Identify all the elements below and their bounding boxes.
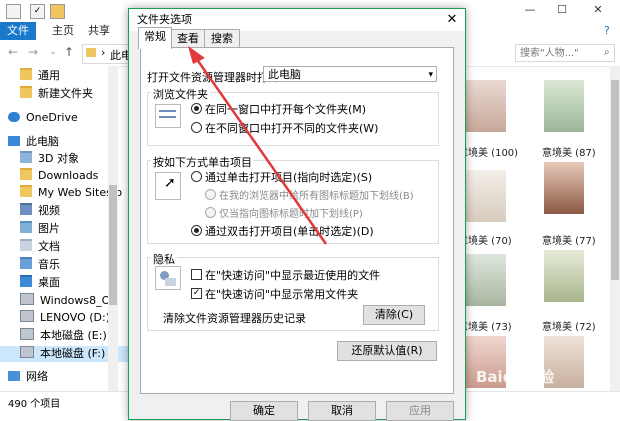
ribbon-tab-share[interactable]: 共享 [88, 22, 110, 40]
pc-icon [8, 136, 20, 146]
new-folder-icon[interactable] [50, 4, 65, 19]
recent-files-label: 在"快速访问"中显示最近使用的文件 [205, 269, 381, 282]
underline-point-label: 仅当指向图标标题时加下划线(P) [219, 209, 363, 220]
radio-underline-all[interactable] [205, 189, 216, 200]
navigation-pane: 通用 新建文件夹 OneDrive 此电脑 3D 对象 Downloads My… [0, 66, 138, 391]
photo-thumbnail[interactable] [466, 170, 506, 222]
drive-icon [20, 310, 34, 322]
photo-thumbnail[interactable] [466, 254, 506, 306]
drive-icon [20, 293, 34, 305]
drive-icon [20, 328, 34, 340]
dropdown-value: 此电脑 [268, 68, 301, 81]
watermark: Baidu经验 [476, 368, 555, 386]
tab-view[interactable]: 查看 [170, 29, 206, 48]
nav-scrollbar-thumb[interactable] [109, 185, 117, 305]
browse-folders-title: 浏览文件夹 [151, 86, 210, 102]
tab-general[interactable]: 常规 [138, 27, 172, 49]
single-click-label: 通过单击打开项目(指向时选定)(S) [205, 171, 373, 184]
address-field[interactable]: › 此电脑 [82, 44, 143, 64]
video-icon [20, 203, 32, 215]
radio-double-click[interactable] [191, 225, 202, 236]
close-icon[interactable]: ✕ [443, 11, 461, 29]
radio-same-window[interactable] [191, 103, 202, 114]
content-scrollbar-thumb[interactable] [611, 80, 619, 280]
folder-icon [86, 48, 96, 57]
thumbnail-caption: 意境美 (100) [458, 148, 519, 159]
help-icon[interactable]: ? [604, 24, 610, 37]
photo-thumbnail[interactable] [544, 162, 584, 214]
thumbnail-caption: 意境美 (87) [542, 148, 596, 159]
search-input[interactable]: 搜索"人物..." [515, 44, 615, 62]
photo-thumbnail[interactable] [544, 80, 584, 132]
open-explorer-dropdown[interactable]: 此电脑 ▾ [263, 66, 437, 82]
clear-history-label: 清除文件资源管理器历史记录 [163, 312, 306, 325]
general-tab-page: 打开文件资源管理器时打开: 此电脑 ▾ 浏览文件夹 在同一窗口中打开每个文件夹(… [140, 47, 454, 394]
pointer-icon: ➚ [155, 172, 181, 200]
back-icon[interactable]: ← [6, 45, 20, 59]
thumbnail-caption: 意境美 (72) [542, 322, 596, 333]
apply-button[interactable]: 应用 [386, 401, 454, 421]
photo-thumbnail[interactable] [466, 80, 506, 132]
restore-defaults-button[interactable]: 还原默认值(R) [337, 341, 437, 361]
dialog-titlebar: 文件夹选项 ✕ [129, 9, 465, 31]
music-icon [20, 257, 32, 269]
radio-new-window[interactable] [191, 122, 202, 133]
thumbnail-caption: 意境美 (77) [542, 236, 596, 247]
forward-icon[interactable]: → [26, 45, 40, 59]
checkbox-recent-files[interactable] [191, 269, 202, 280]
chevron-down-icon: ▾ [428, 70, 433, 80]
photo-thumbnail[interactable] [544, 250, 584, 302]
tab-search[interactable]: 搜索 [204, 29, 240, 48]
properties-icon[interactable] [6, 4, 21, 19]
desktop-icon [20, 275, 32, 287]
checkbox-frequent-folders[interactable]: ✓ [191, 288, 202, 299]
network-icon [8, 371, 20, 381]
drive-icon [20, 346, 34, 358]
breadcrumb-chevron-icon: › [101, 46, 106, 59]
pictures-icon [20, 221, 32, 233]
underline-all-label: 在我的浏览器中给所有图标标题加下划线(B) [219, 191, 414, 202]
file-content-pane: 意境美 (100) 意境美 (87) 意境美 (70) 意境美 (77) 意境美… [458, 66, 610, 391]
radio-single-click[interactable] [191, 171, 202, 182]
new-window-label: 在不同窗口中打开不同的文件夹(W) [205, 122, 379, 135]
recent-locations-icon[interactable]: ⌄ [46, 45, 60, 59]
folder-icon [20, 68, 32, 80]
privacy-icon [155, 266, 181, 290]
check-icon[interactable]: ✓ [30, 4, 45, 19]
browse-folders-icon [155, 104, 181, 128]
folder-icon [20, 86, 32, 98]
ribbon-tab-file[interactable]: 文件 [0, 22, 36, 40]
minimize-icon[interactable]: — [520, 3, 540, 16]
cancel-button[interactable]: 取消 [308, 401, 376, 421]
close-icon[interactable]: ✕ [588, 3, 608, 16]
ribbon-tab-home[interactable]: 主页 [52, 22, 74, 40]
ok-button[interactable]: 确定 [230, 401, 298, 421]
search-icon: ⌕ [604, 47, 610, 58]
folder-icon [20, 185, 32, 197]
privacy-title: 隐私 [151, 251, 177, 267]
radio-underline-point[interactable] [205, 207, 216, 218]
frequent-folders-label: 在"快速访问"中显示常用文件夹 [205, 288, 359, 301]
up-icon[interactable]: ↑ [62, 45, 76, 59]
onedrive-icon [8, 112, 20, 122]
maximize-icon[interactable]: ☐ [552, 3, 572, 16]
double-click-label: 通过双击打开项目(单击时选定)(D) [205, 225, 374, 238]
same-window-label: 在同一窗口中打开每个文件夹(M) [205, 103, 367, 116]
thumbnail-caption: 意境美 (73) [458, 322, 512, 333]
click-items-title: 按如下方式单击项目 [151, 154, 254, 170]
thumbnail-caption: 意境美 (70) [458, 236, 512, 247]
item-count: 490 个项目 [8, 399, 61, 410]
folder-icon [20, 168, 32, 180]
documents-icon [20, 239, 32, 251]
clear-button[interactable]: 清除(C) [363, 305, 425, 325]
3d-objects-icon [20, 151, 32, 163]
